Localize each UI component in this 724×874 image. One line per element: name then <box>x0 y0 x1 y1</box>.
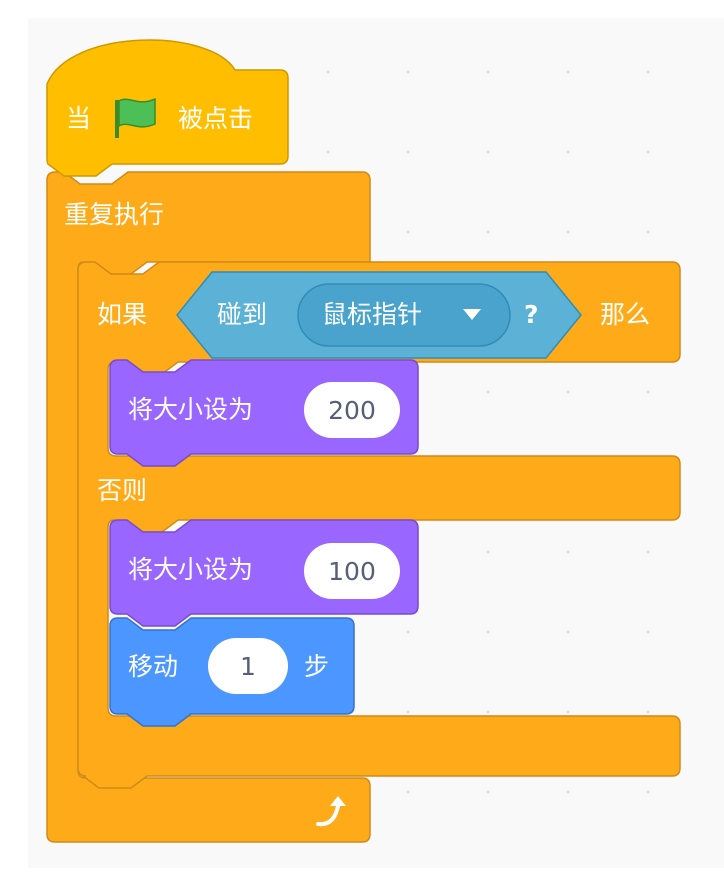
forever-label: 重复执行 <box>64 200 165 229</box>
then-label: 那么 <box>600 300 651 329</box>
move-unit-label: 步 <box>304 652 330 681</box>
if-label: 如果 <box>97 300 148 329</box>
set-size-label-1: 将大小设为 <box>128 395 254 424</box>
size-value-input-2[interactable]: 100 <box>304 543 400 599</box>
condition-question-mark: ? <box>524 300 539 329</box>
size-value-input-1[interactable]: 200 <box>304 382 400 438</box>
move-label: 移动 <box>128 652 179 681</box>
move-steps-input[interactable]: 1 <box>208 638 288 694</box>
else-label: 否则 <box>97 476 148 505</box>
hat-clicked-label: 被点击 <box>178 104 254 133</box>
set-size-label-2: 将大小设为 <box>128 555 254 584</box>
touching-label: 碰到 <box>217 300 268 329</box>
touching-target-value: 鼠标指针 <box>322 300 423 329</box>
hat-when-label: 当 <box>66 104 92 133</box>
